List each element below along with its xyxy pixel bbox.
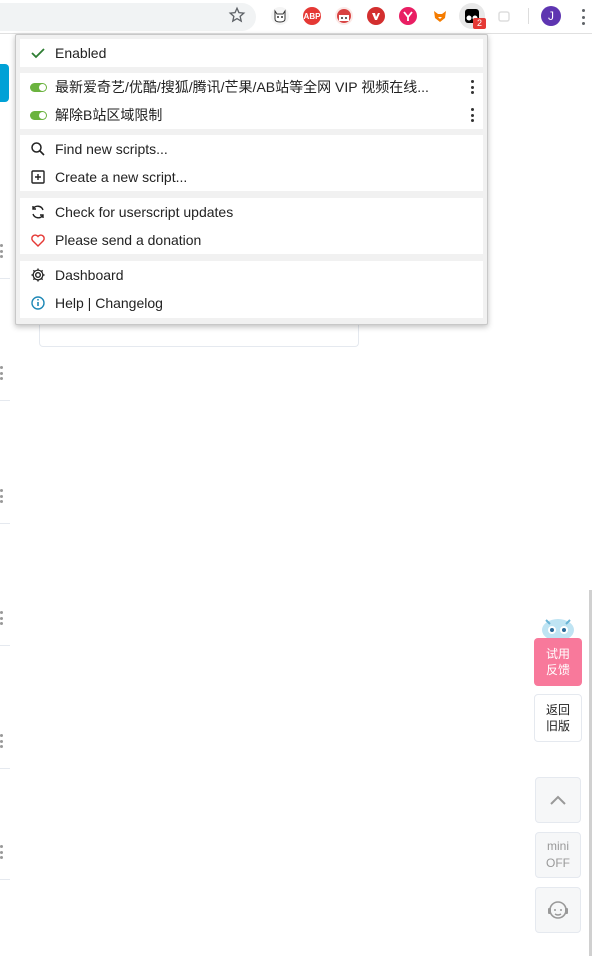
red-extension-icon[interactable] <box>367 7 385 25</box>
find-new-scripts-item[interactable]: Find new scripts... <box>20 135 483 163</box>
cat-extension-icon[interactable] <box>271 7 289 25</box>
more-icon[interactable] <box>0 489 3 503</box>
enabled-label: Enabled <box>55 45 107 61</box>
gear-icon <box>29 266 47 284</box>
tampermonkey-popup: Enabled 最新爱奇艺/优酷/搜狐/腾讯/芒果/AB站等全网 VIP 视频在… <box>15 34 488 325</box>
misc-section: Check for userscript updates Please send… <box>20 198 483 254</box>
script-options-icon[interactable] <box>470 108 474 122</box>
script-enabled-toggle[interactable] <box>29 78 47 96</box>
script-name: 最新爱奇艺/优酷/搜狐/腾讯/芒果/AB站等全网 VIP 视频在线... <box>55 79 429 95</box>
help-changelog-item[interactable]: Help | Changelog <box>20 289 483 317</box>
toolbar-separator <box>528 8 529 24</box>
divider <box>0 278 10 279</box>
mini-player-toggle[interactable]: mini OFF <box>535 832 581 878</box>
heart-icon <box>29 231 47 249</box>
divider <box>0 645 10 646</box>
scripts-section: 最新爱奇艺/优酷/搜狐/腾讯/芒果/AB站等全网 VIP 视频在线... 解除B… <box>20 73 483 129</box>
return-old-version-button[interactable]: 返回 旧版 <box>534 694 582 742</box>
create-new-script-item[interactable]: Create a new script... <box>20 163 483 191</box>
help-section: Dashboard Help | Changelog <box>20 261 483 318</box>
fox-extension-icon[interactable] <box>431 7 449 25</box>
script-options-icon[interactable] <box>470 80 474 94</box>
feedback-button[interactable]: 试用 反馈 <box>534 638 582 686</box>
script-enabled-toggle[interactable] <box>29 106 47 124</box>
dashboard-item[interactable]: Dashboard <box>20 261 483 289</box>
address-bar[interactable] <box>0 3 256 31</box>
script-actions-section: Find new scripts... Create a new script.… <box>20 135 483 191</box>
enabled-section: Enabled <box>20 39 483 67</box>
back-to-top-button[interactable] <box>535 777 581 823</box>
checkmark-icon <box>29 44 47 62</box>
y-extension-icon[interactable] <box>399 7 417 25</box>
divider <box>0 400 10 401</box>
divider <box>0 523 10 524</box>
divider <box>0 879 10 880</box>
info-icon <box>29 294 47 312</box>
tampermonkey-badge: 2 <box>473 18 486 29</box>
search-icon <box>29 140 47 158</box>
more-icon[interactable] <box>0 244 3 258</box>
chevron-up-icon <box>550 795 566 805</box>
divider <box>0 768 10 769</box>
profile-avatar[interactable]: J <box>541 6 561 26</box>
check-updates-item[interactable]: Check for userscript updates <box>20 198 483 226</box>
page-left-tab[interactable] <box>0 64 9 102</box>
script-row-bilibili-region[interactable]: 解除B站区域限制 <box>20 101 483 129</box>
plus-box-icon <box>29 168 47 186</box>
adblock-plus-icon[interactable]: ABP <box>303 7 321 25</box>
puzzle-extension-icon[interactable] <box>495 7 513 25</box>
bookmark-star-icon[interactable] <box>228 6 246 24</box>
donation-item[interactable]: Please send a donation <box>20 226 483 254</box>
headset-icon <box>548 901 568 919</box>
more-icon[interactable] <box>0 734 3 748</box>
enabled-toggle-row[interactable]: Enabled <box>20 39 483 67</box>
more-icon[interactable] <box>0 366 3 380</box>
more-icon[interactable] <box>0 845 3 859</box>
mascot-extension-icon[interactable] <box>335 7 353 25</box>
customer-service-button[interactable] <box>535 887 581 933</box>
refresh-icon <box>29 203 47 221</box>
script-name: 解除B站区域限制 <box>55 107 163 123</box>
script-row-vip-video[interactable]: 最新爱奇艺/优酷/搜狐/腾讯/芒果/AB站等全网 VIP 视频在线... <box>20 73 483 101</box>
browser-toolbar: ABP 2 J <box>0 0 592 34</box>
more-icon[interactable] <box>0 611 3 625</box>
browser-menu-icon[interactable] <box>577 8 589 26</box>
